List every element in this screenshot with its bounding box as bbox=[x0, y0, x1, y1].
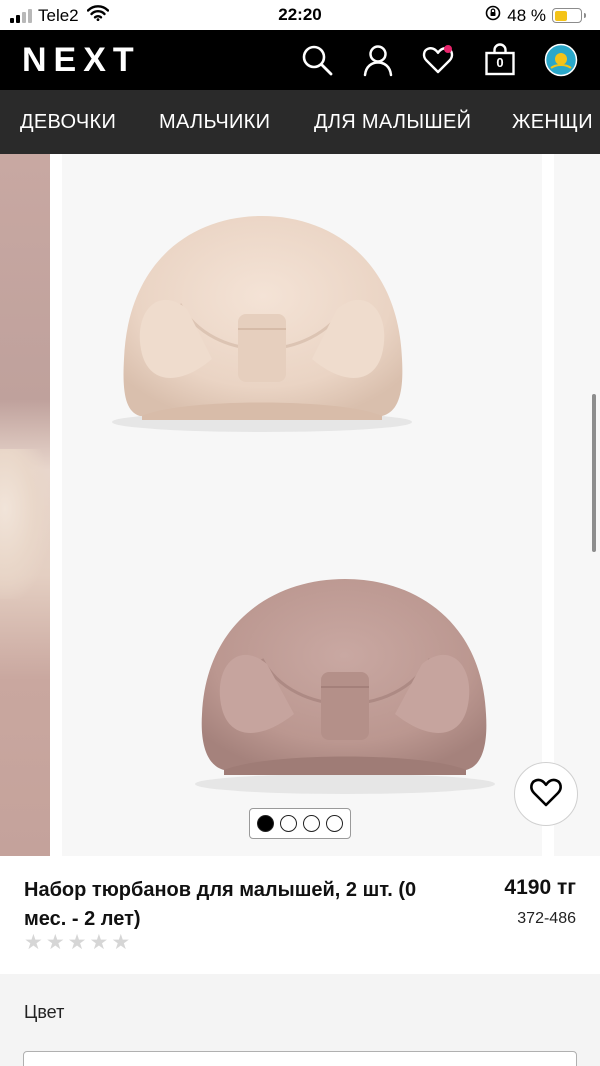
product-info: Набор тюрбанов для малышей, 2 шт. (0 мес… bbox=[0, 856, 600, 974]
region-flag-icon bbox=[544, 43, 578, 77]
bag-button[interactable]: 0 bbox=[482, 42, 518, 78]
app-header: NEXT 0 bbox=[0, 30, 600, 90]
favorites-badge bbox=[444, 45, 452, 53]
battery-percent: 48 % bbox=[507, 5, 546, 25]
battery-icon bbox=[552, 8, 586, 23]
bag-count: 0 bbox=[496, 55, 504, 70]
nav-item-boys[interactable]: МАЛЬЧИКИ bbox=[159, 90, 270, 154]
status-right: 48 % bbox=[485, 5, 586, 26]
status-bar: Tele2 22:20 48 % bbox=[0, 0, 600, 30]
beige-turban-image bbox=[112, 216, 412, 432]
star-icon: ★ bbox=[24, 931, 43, 954]
nav-item-babies[interactable]: ДЛЯ МАЛЫШЕЙ bbox=[314, 90, 471, 154]
star-icon: ★ bbox=[89, 931, 109, 954]
star-icon: ★ bbox=[111, 931, 131, 954]
favorites-button[interactable] bbox=[420, 42, 456, 78]
slide-dot[interactable] bbox=[303, 815, 320, 832]
next-logo[interactable]: NEXT bbox=[22, 40, 141, 80]
color-select[interactable] bbox=[23, 1051, 577, 1066]
product-sku: 372-486 bbox=[517, 910, 576, 927]
pink-turban-image bbox=[195, 579, 495, 794]
rating-stars[interactable]: ★ ★ ★ ★ ★ bbox=[24, 932, 130, 953]
search-icon bbox=[300, 43, 334, 77]
color-label: Цвет bbox=[24, 1002, 65, 1022]
nav-item-women[interactable]: ЖЕНЩИ bbox=[512, 90, 593, 154]
account-button[interactable] bbox=[360, 42, 396, 78]
search-button[interactable] bbox=[299, 42, 335, 78]
account-icon bbox=[361, 43, 395, 77]
slide-dot[interactable] bbox=[280, 815, 297, 832]
product-image[interactable] bbox=[62, 154, 542, 856]
nav-item-girls[interactable]: ДЕВОЧКИ bbox=[20, 90, 116, 154]
slide-dot[interactable] bbox=[326, 815, 343, 832]
slide-dot[interactable] bbox=[257, 815, 274, 832]
product-price: 4190 тг bbox=[504, 876, 576, 899]
previous-slide-image[interactable] bbox=[0, 154, 50, 856]
orientation-lock-icon bbox=[485, 5, 501, 26]
scrollbar[interactable] bbox=[592, 394, 596, 552]
category-nav: ДЕВОЧКИ МАЛЬЧИКИ ДЛЯ МАЛЫШЕЙ ЖЕНЩИ bbox=[0, 90, 600, 154]
slide-indicator bbox=[249, 808, 351, 839]
product-title: Набор тюрбанов для малышей, 2 шт. (0 мес… bbox=[24, 879, 417, 930]
product-gallery[interactable] bbox=[0, 154, 600, 856]
heart-icon bbox=[528, 775, 564, 814]
star-icon: ★ bbox=[45, 931, 65, 954]
add-to-wishlist-button[interactable] bbox=[514, 762, 578, 826]
star-icon: ★ bbox=[67, 931, 87, 954]
region-button[interactable] bbox=[543, 42, 579, 78]
